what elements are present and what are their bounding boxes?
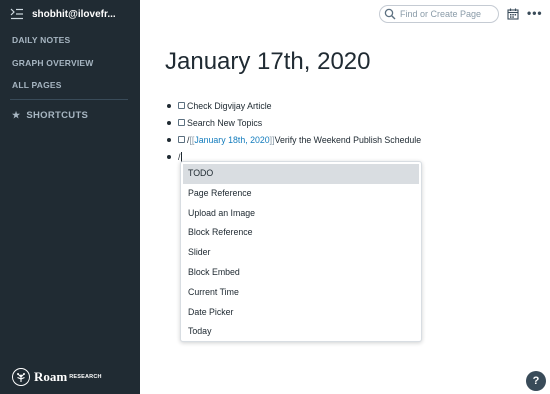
- shortcuts-label: SHORTCUTS: [26, 110, 89, 121]
- sidebar-item-daily-notes[interactable]: DAILY NOTES: [12, 34, 94, 57]
- user-email[interactable]: shobhit@ilovefr...: [32, 9, 116, 20]
- menu-item-block-embed[interactable]: Block Embed: [183, 263, 419, 283]
- sidebar-nav: DAILY NOTES GRAPH OVERVIEW ALL PAGES: [12, 34, 94, 102]
- search-icon: [384, 8, 396, 20]
- search-box[interactable]: [379, 5, 499, 23]
- roam-logo: Roam RESEARCH: [12, 368, 102, 386]
- todo-checkbox[interactable]: [178, 102, 185, 109]
- menu-item-slider[interactable]: Slider: [183, 243, 419, 263]
- menu-item-today[interactable]: Today: [183, 322, 419, 342]
- sidebar-header: shobhit@ilovefr...: [10, 8, 116, 20]
- block-bullet[interactable]: [167, 154, 171, 159]
- block-input-text[interactable]: /: [178, 152, 180, 162]
- roam-logo-sub: RESEARCH: [69, 374, 102, 380]
- block-text: Search New Topics: [187, 117, 263, 128]
- menu-item-upload-image[interactable]: Upload an Image: [183, 204, 419, 224]
- sidebar-divider: [10, 99, 128, 100]
- block-bullet[interactable]: [167, 103, 171, 108]
- slash-command-menu: TODO Page Reference Upload an Image Bloc…: [180, 161, 422, 342]
- todo-checkbox[interactable]: [178, 136, 185, 143]
- menu-item-current-time[interactable]: Current Time: [183, 283, 419, 303]
- block-text: Verify the Weekend Publish Schedule: [274, 134, 422, 145]
- page-reference-link[interactable]: January 18th, 2020: [194, 135, 269, 145]
- page-title[interactable]: January 17th, 2020: [165, 48, 371, 76]
- sidebar-item-graph-overview[interactable]: GRAPH OVERVIEW: [12, 57, 94, 80]
- shortcuts-section: ★ SHORTCUTS: [12, 110, 88, 121]
- block-item[interactable]: Search New Topics: [167, 114, 421, 131]
- block-bullet[interactable]: [167, 120, 171, 125]
- roam-logo-icon: [12, 368, 30, 386]
- menu-item-page-reference[interactable]: Page Reference: [183, 184, 419, 204]
- help-label: ?: [532, 375, 540, 387]
- collapse-sidebar-icon[interactable]: [10, 8, 24, 20]
- menu-item-block-reference[interactable]: Block Reference: [183, 223, 419, 243]
- left-sidebar: shobhit@ilovefr... DAILY NOTES GRAPH OVE…: [0, 0, 140, 394]
- star-icon: ★: [12, 110, 21, 120]
- more-icon[interactable]: •••: [527, 6, 543, 20]
- block-bullet[interactable]: [167, 137, 171, 142]
- todo-checkbox[interactable]: [178, 119, 185, 126]
- block-item[interactable]: / [[ January 18th, 2020 ]] Verify the We…: [167, 131, 421, 148]
- calendar-icon[interactable]: [507, 8, 519, 20]
- block-list: Check Digvijay Article Search New Topics…: [167, 97, 421, 165]
- roam-logo-word: Roam: [34, 369, 68, 384]
- text-cursor: [181, 151, 183, 162]
- search-input[interactable]: [400, 9, 496, 19]
- menu-item-date-picker[interactable]: Date Picker: [183, 303, 419, 323]
- menu-item-todo[interactable]: TODO: [183, 164, 419, 184]
- block-item[interactable]: Check Digvijay Article: [167, 97, 421, 114]
- block-text: Check Digvijay Article: [187, 100, 272, 111]
- roam-app: shobhit@ilovefr... DAILY NOTES GRAPH OVE…: [0, 0, 550, 394]
- help-icon[interactable]: ?: [526, 371, 546, 391]
